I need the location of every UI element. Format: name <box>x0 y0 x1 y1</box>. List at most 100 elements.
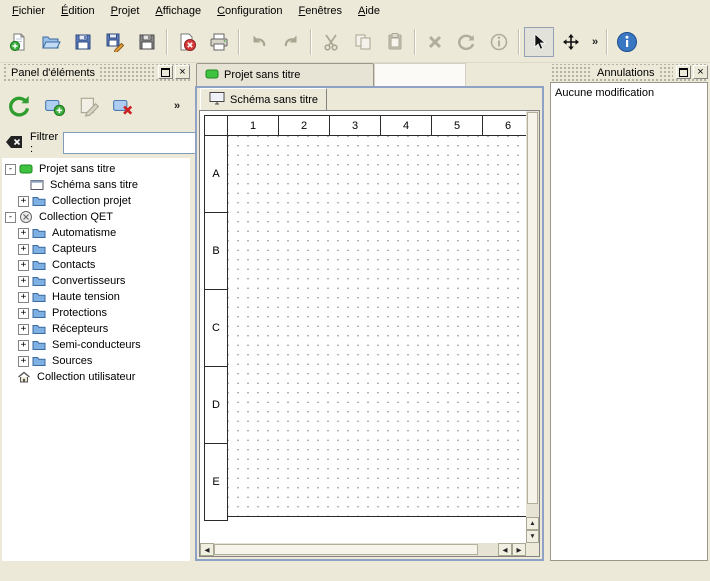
close-file-button[interactable] <box>172 27 202 57</box>
folder-icon <box>32 242 47 256</box>
undo-panel-titlebar: Annulations <box>550 64 708 82</box>
close-panel-button[interactable] <box>175 65 190 79</box>
reload-collections-button[interactable] <box>4 91 34 121</box>
schema-tab[interactable]: Schéma sans titre <box>200 88 327 110</box>
paste-icon <box>385 32 405 52</box>
scroll-left-button[interactable] <box>498 543 512 556</box>
delete-x-icon <box>425 32 445 52</box>
new-element-button[interactable] <box>42 93 68 119</box>
clear-filter-icon <box>4 133 24 154</box>
scissors-icon <box>321 32 341 52</box>
column-header: 4 <box>381 115 432 136</box>
clear-filter-button[interactable] <box>3 133 25 153</box>
cut-button[interactable] <box>316 27 346 57</box>
tree-item-capteurs[interactable]: Capteurs <box>2 241 190 257</box>
project-tab[interactable]: Projet sans titre <box>196 63 374 86</box>
undo-list-item[interactable]: Aucune modification <box>555 85 703 100</box>
edit-element-button[interactable] <box>76 93 102 119</box>
delete-element-button[interactable] <box>110 93 136 119</box>
undo-button[interactable] <box>244 27 274 57</box>
tree-item-collection-qet[interactable]: Collection QET <box>2 209 190 225</box>
delete-button[interactable] <box>420 27 450 57</box>
column-header: 3 <box>330 115 381 136</box>
expand-expander-icon[interactable] <box>18 228 29 239</box>
tree-item-sources[interactable]: Sources <box>2 353 190 369</box>
save-as-button[interactable] <box>100 27 130 57</box>
tree-item-recepteurs[interactable]: Récepteurs <box>2 321 190 337</box>
tree-item-semi-conducteurs[interactable]: Semi-conducteurs <box>2 337 190 353</box>
project-icon <box>19 162 34 176</box>
column-headers: 1 2 3 4 5 6 <box>204 115 534 136</box>
tree-item-schema[interactable]: Schéma sans titre <box>2 177 190 193</box>
expand-expander-icon[interactable] <box>18 356 29 367</box>
schema-tab-label: Schéma sans titre <box>230 94 318 106</box>
vertical-scrollbar[interactable] <box>526 111 539 543</box>
toolbar-overflow-chevron[interactable]: » <box>588 30 602 54</box>
expand-expander-icon[interactable] <box>18 324 29 335</box>
float-panel-button[interactable] <box>158 65 173 79</box>
move-view-button[interactable] <box>556 27 586 57</box>
scroll-left-button[interactable] <box>200 543 214 556</box>
filter-input[interactable] <box>63 132 213 154</box>
tree-item-contacts[interactable]: Contacts <box>2 257 190 273</box>
new-document-button[interactable] <box>4 27 34 57</box>
horizontal-scrollbar-thumb[interactable] <box>214 544 478 555</box>
tree-item-protections[interactable]: Protections <box>2 305 190 321</box>
diagram-info-button[interactable] <box>484 27 514 57</box>
expand-expander-icon[interactable] <box>18 260 29 271</box>
expand-expander-icon[interactable] <box>18 244 29 255</box>
close-file-icon <box>177 32 197 52</box>
copy-button[interactable] <box>348 27 378 57</box>
scroll-up-button[interactable] <box>526 517 539 530</box>
horizontal-scrollbar[interactable] <box>200 543 526 556</box>
expand-expander-icon[interactable] <box>18 340 29 351</box>
toolbar-separator <box>414 29 416 55</box>
menu-projet[interactable]: Projet <box>103 2 148 20</box>
menu-fenetres[interactable]: Fenêtres <box>291 2 350 20</box>
paste-button[interactable] <box>380 27 410 57</box>
vertical-scrollbar-thumb[interactable] <box>527 112 538 504</box>
scrollbar-corner <box>526 543 539 556</box>
menu-aide[interactable]: Aide <box>350 2 388 20</box>
row-header: E <box>204 444 228 521</box>
expand-expander-icon[interactable] <box>18 196 29 207</box>
collapse-expander-icon[interactable] <box>5 164 16 175</box>
column-header: 1 <box>228 115 279 136</box>
tree-item-convertisseurs[interactable]: Convertisseurs <box>2 273 190 289</box>
expand-expander-icon[interactable] <box>18 308 29 319</box>
info-blue-icon <box>616 31 638 53</box>
tree-item-automatisme[interactable]: Automatisme <box>2 225 190 241</box>
scroll-down-button[interactable] <box>526 530 539 543</box>
collapse-expander-icon[interactable] <box>5 212 16 223</box>
panel-overflow-chevron[interactable]: » <box>170 94 184 118</box>
move-cross-icon <box>561 32 581 52</box>
menu-fichier[interactable]: Fichier <box>4 2 53 20</box>
redo-button[interactable] <box>276 27 306 57</box>
close-panel-button[interactable] <box>693 65 708 79</box>
diagram-grid-canvas[interactable] <box>228 136 529 517</box>
select-arrow-button[interactable] <box>524 27 554 57</box>
tree-item-project[interactable]: Projet sans titre <box>2 161 190 177</box>
row-header: D <box>204 367 228 444</box>
menu-affichage[interactable]: Affichage <box>147 2 209 20</box>
tree-item-haute-tension[interactable]: Haute tension <box>2 289 190 305</box>
menu-edition[interactable]: Édition <box>53 2 103 20</box>
save-button[interactable] <box>68 27 98 57</box>
rotate-button[interactable] <box>452 27 482 57</box>
tree-item-collection-utilisateur[interactable]: Collection utilisateur <box>2 369 190 385</box>
folder-icon <box>32 290 47 304</box>
expand-expander-icon[interactable] <box>18 292 29 303</box>
tree-item-collection-projet[interactable]: Collection projet <box>2 193 190 209</box>
print-button[interactable] <box>204 27 234 57</box>
expand-expander-icon[interactable] <box>18 276 29 287</box>
open-file-button[interactable] <box>36 27 66 57</box>
about-info-button[interactable] <box>612 27 642 57</box>
diagram-sheet[interactable]: 1 2 3 4 5 6 A B C D E <box>204 115 534 521</box>
float-panel-button[interactable] <box>676 65 691 79</box>
menu-configuration[interactable]: Configuration <box>209 2 290 20</box>
save-all-button[interactable] <box>132 27 162 57</box>
undo-icon <box>249 32 269 52</box>
scroll-right-button[interactable] <box>512 543 526 556</box>
undo-history-list[interactable]: Aucune modification <box>550 82 708 561</box>
project-tab-label: Projet sans titre <box>224 69 300 81</box>
